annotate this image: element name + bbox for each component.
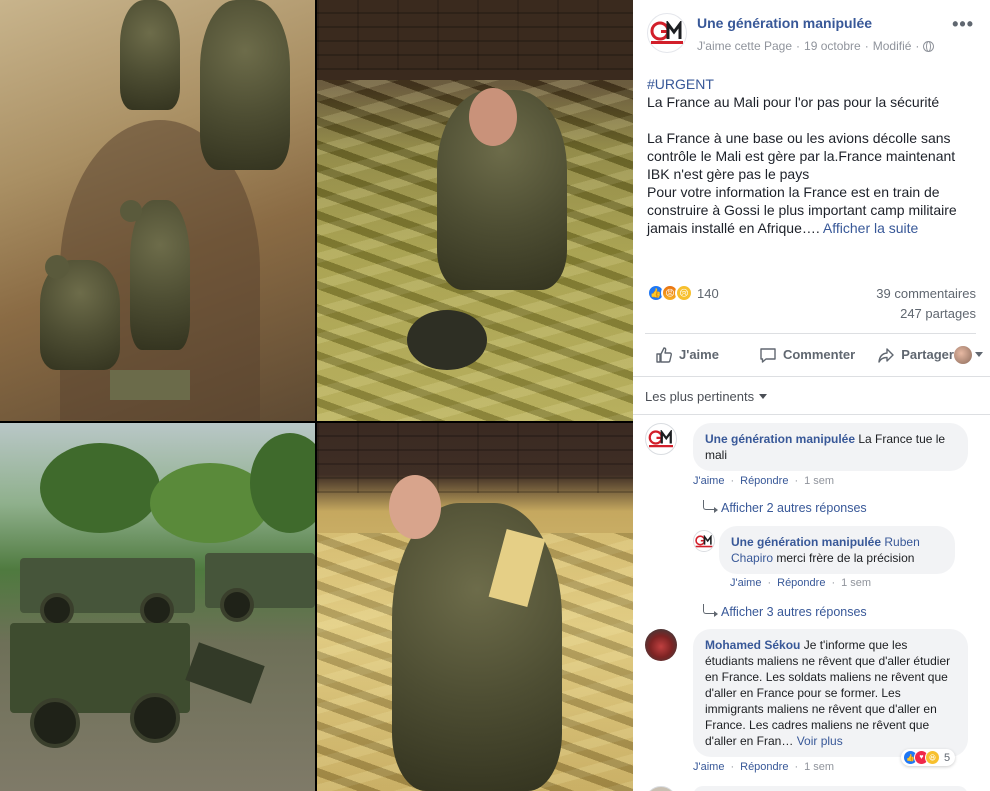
divider	[633, 414, 990, 415]
post-sidebar: Une génération manipulée J'aime cette Pa…	[633, 0, 990, 791]
edited-label[interactable]: Modifié	[873, 37, 912, 55]
profile-avatar	[953, 345, 972, 364]
post-line-1: La France au Mali pour l'or pas pour la …	[647, 94, 940, 110]
photo-military-trucks	[0, 423, 315, 791]
post-paragraph-3: Pour votre information la France est en …	[647, 184, 957, 236]
reply-arrow-icon	[703, 604, 718, 617]
chevron-down-icon	[759, 394, 768, 399]
comment-author[interactable]: Une génération manipulée	[705, 432, 855, 446]
post-paragraph-2: La France à une base ou les avions décol…	[647, 130, 956, 182]
comment-item: Mohamed Sékou Je t'informe que les étudi…	[645, 629, 968, 757]
page-name-link[interactable]: Une génération manipulée	[697, 13, 934, 33]
view-replies-label: Afficher 2 autres réponses	[721, 501, 867, 515]
reply-item: Une génération manipulée Ruben Chapiro m…	[693, 526, 955, 574]
share-button[interactable]: Partager	[877, 346, 954, 364]
comment-actions: J'aime · Répondre · 1 sem	[693, 475, 835, 487]
photo-soldiers-trench	[0, 0, 315, 421]
post-date[interactable]: 19 octobre	[804, 37, 861, 55]
reply-like-link[interactable]: J'aime	[730, 577, 761, 589]
reply-avatar[interactable]	[693, 530, 715, 552]
sort-label: Les plus pertinents	[645, 389, 755, 404]
action-bar: J'aime Commenter Partager	[645, 333, 983, 375]
post-text: #URGENT La France au Mali pour l'or pas …	[633, 61, 990, 237]
see-more-link[interactable]: Afficher la suite	[823, 220, 918, 236]
comment-like-link[interactable]: J'aime	[693, 475, 724, 487]
commenter-avatar[interactable]	[645, 629, 677, 661]
post-meta: J'aime cette Page · 19 octobre · Modifié…	[697, 37, 935, 55]
comment-time[interactable]: 1 sem	[804, 761, 834, 773]
globe-icon	[923, 40, 935, 52]
gm-logo-icon	[648, 430, 673, 448]
post-header: Une génération manipulée J'aime cette Pa…	[633, 0, 990, 60]
comment-item	[645, 786, 968, 791]
comment-author[interactable]: Mohamed Sékou	[705, 638, 800, 652]
view-more-replies-label: Afficher 3 autres réponses	[721, 605, 867, 619]
shares-count[interactable]: 247 partages	[876, 304, 976, 324]
gm-logo-icon	[695, 534, 713, 547]
thumbs-up-icon	[656, 346, 672, 363]
comment-bubble: Mohamed Sékou Je t'informe que les étudi…	[693, 629, 968, 757]
share-arrow-icon	[878, 347, 894, 363]
comment-reply-link[interactable]: Répondre	[740, 475, 788, 487]
comment-time[interactable]: 1 sem	[804, 475, 834, 487]
comment-like-link[interactable]: J'aime	[693, 761, 724, 773]
reply-bubble: Une génération manipulée Ruben Chapiro m…	[719, 526, 955, 574]
page-avatar[interactable]	[647, 13, 687, 53]
commenter-avatar[interactable]	[645, 423, 677, 455]
comment-reply-link[interactable]: Répondre	[740, 761, 788, 773]
photo-soldier-gold-bars	[317, 0, 633, 421]
sad-reaction-icon: 😢	[675, 284, 693, 302]
comment-button[interactable]: Commenter	[759, 346, 855, 364]
comment-bubble	[693, 786, 968, 791]
comment-actions: J'aime · Répondre · 1 sem	[693, 761, 835, 773]
photo-man-holding-gold	[317, 423, 633, 791]
gm-logo-icon	[650, 21, 683, 44]
reply-actions: J'aime · Répondre · 1 sem	[730, 577, 872, 589]
comment-button-label: Commenter	[782, 347, 856, 362]
commenter-avatar[interactable]	[645, 786, 677, 791]
comments-count[interactable]: 39 commentaires	[876, 284, 976, 304]
haha-reaction-icon: 😆	[925, 750, 940, 765]
post-photo[interactable]	[0, 0, 633, 791]
like-button[interactable]: J'aime	[655, 346, 719, 364]
see-more-link[interactable]: Voir plus	[797, 734, 843, 748]
comment-item: Une génération manipulée La France tue l…	[645, 423, 968, 471]
like-button-label: J'aime	[679, 347, 719, 362]
comments-section: Les plus pertinents Une génération manip…	[633, 376, 990, 791]
view-replies-link[interactable]: Afficher 2 autres réponses	[703, 500, 867, 515]
reply-text: merci frère de la précision	[776, 551, 915, 565]
chevron-down-icon	[974, 352, 983, 357]
comment-reaction-count: 5	[944, 751, 951, 764]
comment-reactions[interactable]: 👍 ♥ 😆 5	[901, 749, 956, 766]
view-more-replies-link[interactable]: Afficher 3 autres réponses	[703, 604, 867, 619]
comment-sort-dropdown[interactable]: Les plus pertinents	[645, 389, 768, 404]
hashtag-link[interactable]: #URGENT	[647, 75, 976, 93]
like-page-link[interactable]: J'aime cette Page	[697, 37, 792, 55]
share-button-label: Partager	[901, 347, 954, 362]
post-stats: 👍 😡 😢 140 39 commentaires 247 partages	[647, 284, 976, 324]
comment-text: Je t'informe que les étudiants maliens n…	[705, 638, 951, 748]
reply-time[interactable]: 1 sem	[841, 577, 871, 589]
profile-selector[interactable]	[953, 345, 983, 364]
reply-author[interactable]: Une génération manipulée	[731, 535, 881, 549]
reactions-summary[interactable]: 👍 😡 😢 140	[647, 284, 719, 302]
reactions-count[interactable]: 140	[697, 286, 719, 301]
comment-bubble: Une génération manipulée La France tue l…	[693, 423, 968, 471]
comment-icon	[760, 347, 776, 363]
more-options-icon[interactable]: •••	[952, 14, 974, 35]
reply-arrow-icon	[703, 500, 718, 513]
reply-reply-link[interactable]: Répondre	[777, 577, 825, 589]
